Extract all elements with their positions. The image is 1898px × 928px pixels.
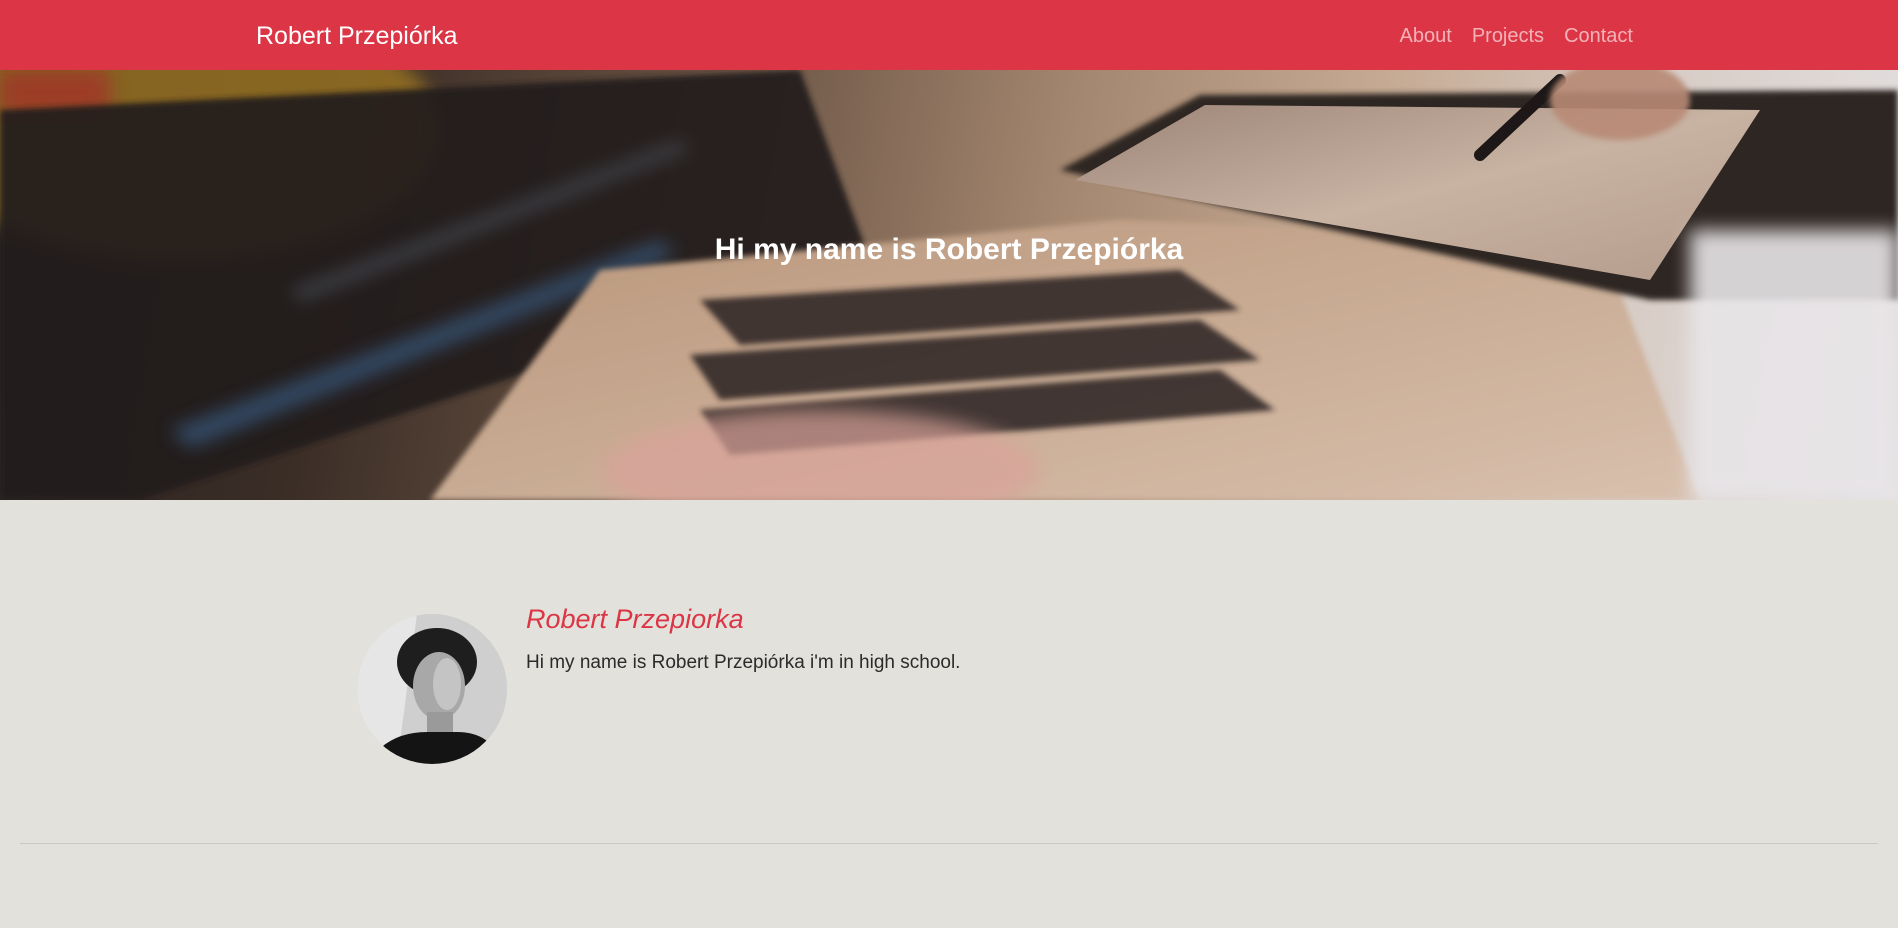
nav-link-about[interactable]: About xyxy=(1400,22,1452,50)
hero-title: Hi my name is Robert Przepiórka xyxy=(714,233,1184,266)
about-description: Hi my name is Robert Przepiórka i'm in h… xyxy=(526,652,961,673)
nav-link-contact[interactable]: Contact xyxy=(1564,22,1633,50)
section-divider xyxy=(20,843,1878,844)
person-portrait-icon xyxy=(357,614,507,764)
about-section: Robert Przepiorka Hi my name is Robert P… xyxy=(0,500,1898,928)
hero-banner: Hi my name is Robert Przepiórka xyxy=(0,70,1898,500)
profile-avatar xyxy=(357,614,507,764)
hero-background-image xyxy=(0,70,1898,500)
nav-links: About Projects Contact xyxy=(1400,22,1633,50)
about-name-heading: Robert Przepiorka xyxy=(526,604,744,634)
navbar: Robert Przepiórka About Projects Contact xyxy=(0,0,1898,70)
nav-link-projects[interactable]: Projects xyxy=(1472,22,1544,50)
brand-link[interactable]: Robert Przepiórka xyxy=(256,21,457,51)
